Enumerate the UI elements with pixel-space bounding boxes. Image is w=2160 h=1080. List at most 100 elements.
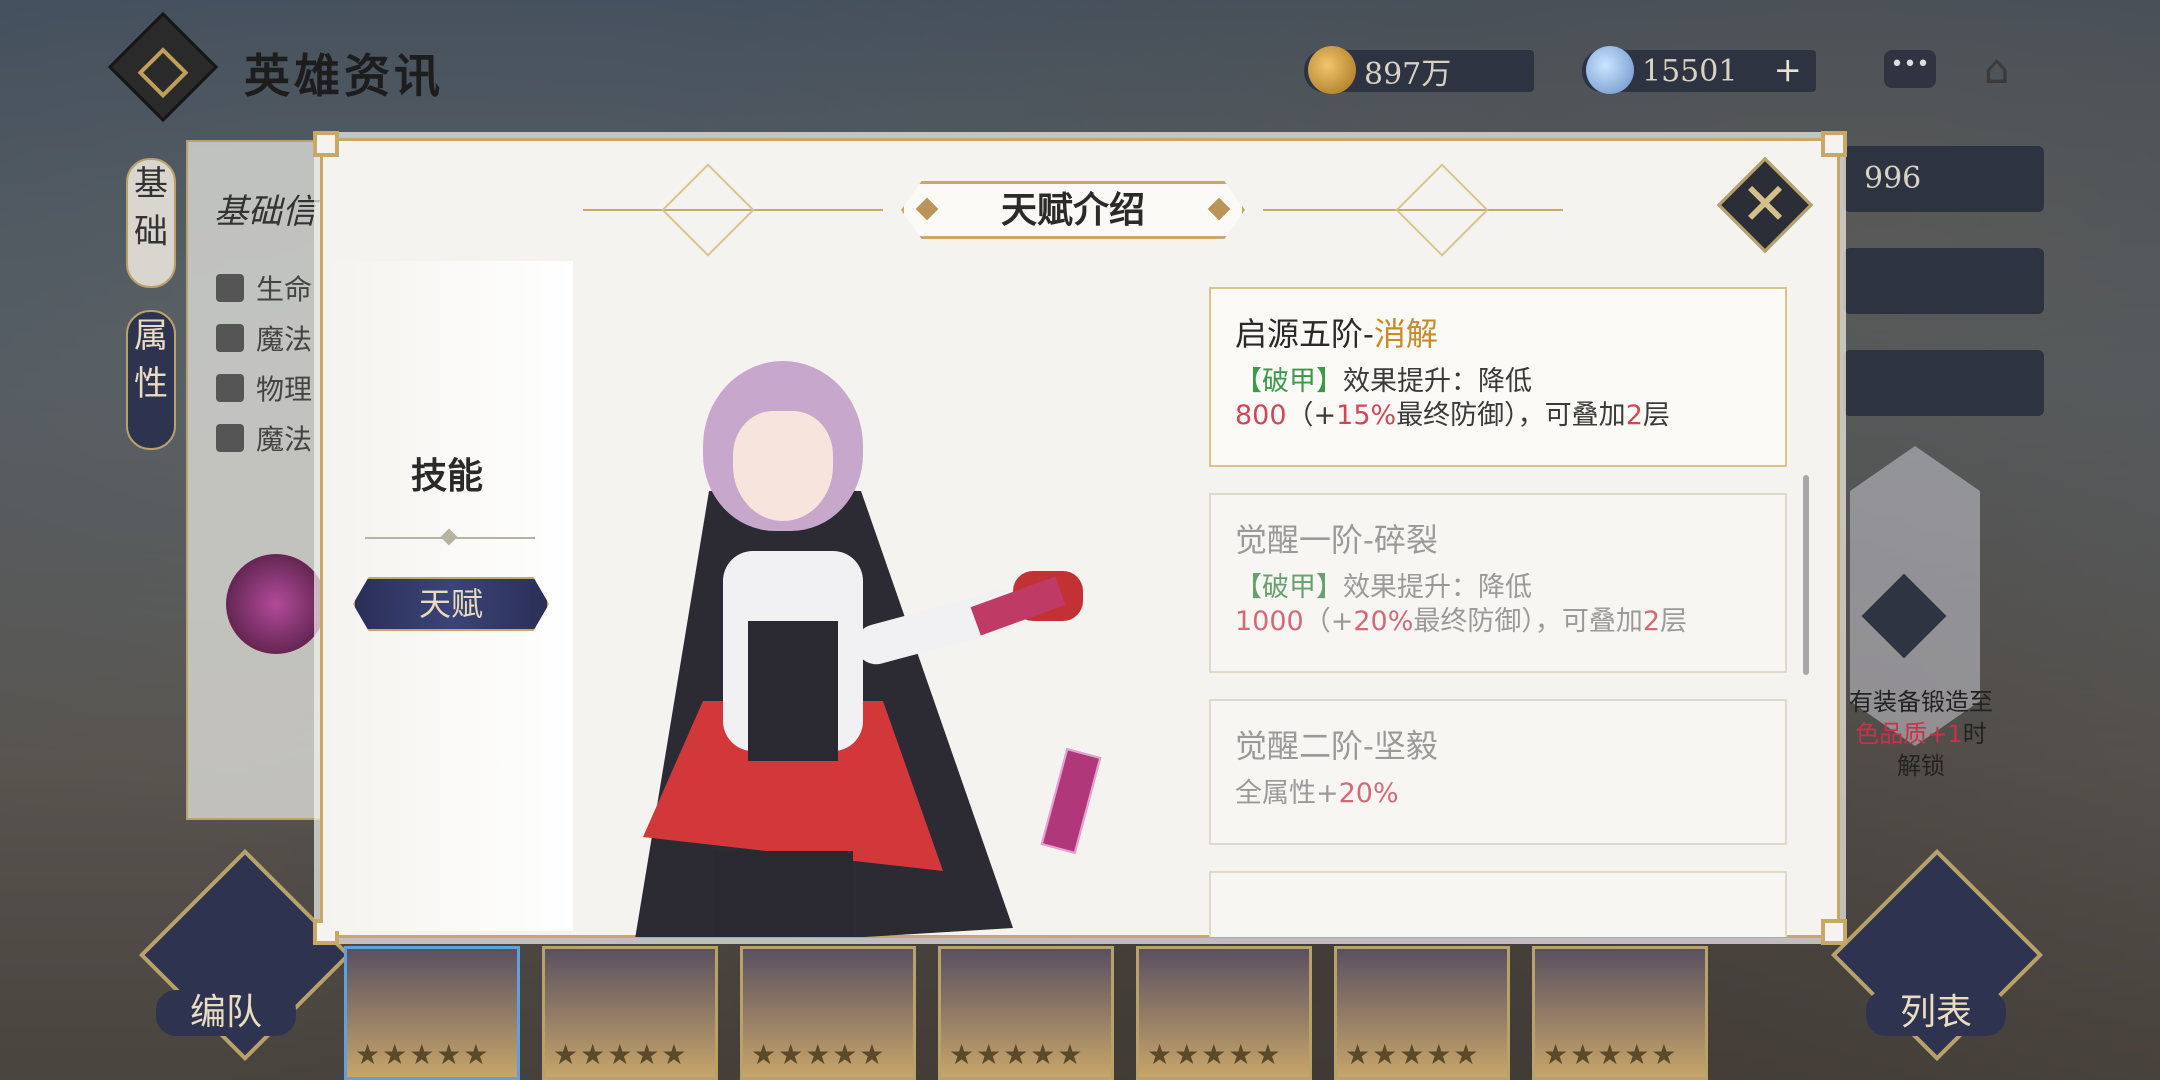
magic-card <box>1040 748 1102 854</box>
talent-desc-text: 效果提升：降低 <box>1343 366 1532 397</box>
lock-hint-quality: 色品质+1 <box>1855 720 1963 748</box>
hero-stars: ★★★★★ <box>355 1038 491 1071</box>
talent-desc-text: 全属性+ <box>1235 778 1339 809</box>
talent-desc-text: 最终防御），可叠加 <box>1396 400 1626 431</box>
hero-face <box>733 411 833 521</box>
talent-value: 800 <box>1235 400 1287 431</box>
talent-item[interactable] <box>1209 871 1787 937</box>
skill-orb[interactable] <box>226 554 326 654</box>
talent-name: 消解 <box>1373 315 1438 353</box>
corner-ornament <box>313 131 339 157</box>
talent-stage: 觉醒一阶- <box>1235 521 1374 559</box>
hero-card[interactable]: ★★★★★ <box>740 946 916 1080</box>
talent-name: 碎裂 <box>1373 521 1438 559</box>
wand-icon <box>216 324 244 352</box>
corner-ornament <box>1821 131 1847 157</box>
talent-modal: 天赋介绍 ✕ 技能 天赋 启源五阶-消解 【破甲】效果提升：降低 800（+15… <box>313 131 1847 945</box>
top-bar: 英雄资讯 897万 15501 + ••• ⌂ <box>0 0 2160 140</box>
hero-stars: ★★★★★ <box>1147 1038 1283 1071</box>
talent-desc-text: （+ <box>1303 606 1354 637</box>
gold-amount: 897万 <box>1364 57 1452 92</box>
talent-tab[interactable]: 天赋 <box>353 577 549 631</box>
tab-attributes[interactable]: 属性 <box>126 310 176 450</box>
home-icon[interactable]: ⌂ <box>1984 50 2034 90</box>
gold-coin-icon <box>1308 46 1356 94</box>
hero-stars: ★★★★★ <box>1543 1038 1679 1071</box>
lock-hint: 有装备锻造至 色品质+1时解锁 <box>1846 686 1996 782</box>
add-gems-button[interactable]: + <box>1774 50 1803 90</box>
attr-row-hp: 生命 <box>216 268 312 308</box>
hero-stars: ★★★★★ <box>553 1038 689 1071</box>
heart-icon <box>216 274 244 302</box>
modal-title: 天赋介绍 <box>1000 189 1145 231</box>
hero-portrait <box>573 251 1193 937</box>
attr-label: 生命 <box>256 273 313 306</box>
hero-vest <box>748 621 838 761</box>
attr-row-magic-def: 魔法 <box>216 418 312 458</box>
talent-tag: 【破甲】 <box>1235 366 1343 397</box>
talent-layers: 2 <box>1625 400 1643 431</box>
talent-desc: 全属性+20% <box>1235 777 1761 811</box>
talent-desc-text: 层 <box>1660 606 1688 637</box>
back-button[interactable] <box>107 11 219 123</box>
talent-item[interactable]: 觉醒二阶-坚毅 全属性+20% <box>1209 699 1787 845</box>
close-icon[interactable]: ✕ <box>1731 171 1799 239</box>
hero-card[interactable]: ★★★★★ <box>542 946 718 1080</box>
gem-amount: 15501 <box>1642 53 1738 89</box>
skill-category-label[interactable]: 技能 <box>411 447 483 499</box>
talent-desc-text: 最终防御），可叠加 <box>1413 606 1643 637</box>
talent-name: 坚毅 <box>1373 727 1438 765</box>
hero-stars: ★★★★★ <box>949 1038 1085 1071</box>
gold-counter: 897万 <box>1304 46 1534 94</box>
talent-title: 启源五阶-消解 <box>1235 309 1761 355</box>
talent-title: 觉醒一阶-碎裂 <box>1235 515 1761 561</box>
talent-list-scrollbar[interactable] <box>1803 475 1809 675</box>
hero-stars: ★★★★★ <box>751 1038 887 1071</box>
title-deco-diamond <box>1395 163 1489 257</box>
talent-tag: 【破甲】 <box>1235 572 1343 603</box>
gem-icon <box>1586 46 1634 94</box>
talent-desc-text: 效果提升：降低 <box>1343 572 1532 603</box>
talent-stage: 启源五阶- <box>1235 315 1374 353</box>
attr-label: 魔法 <box>256 423 313 456</box>
talent-item[interactable]: 觉醒一阶-碎裂 【破甲】效果提升：降低 1000（+20%最终防御），可叠加2层 <box>1209 493 1787 673</box>
power-value: 996 <box>1864 161 1922 196</box>
formation-label[interactable]: 编队 <box>156 990 296 1036</box>
talent-value: 1000 <box>1235 606 1304 637</box>
talent-percent: 20% <box>1353 606 1414 637</box>
basic-info-title: 基础信 <box>214 192 316 232</box>
hero-card[interactable]: ★★★★★ <box>938 946 1114 1080</box>
attr-row-magic: 魔法 <box>216 318 312 358</box>
lock-hint-line: 有装备锻造至 <box>1849 688 1993 716</box>
magic-shield-icon <box>216 424 244 452</box>
talent-item[interactable]: 启源五阶-消解 【破甲】效果提升：降低 800（+15%最终防御），可叠加2层 <box>1209 287 1787 467</box>
talent-layers: 2 <box>1642 606 1661 637</box>
power-display: 996 <box>1844 146 2044 212</box>
corner-ornament <box>1821 919 1847 945</box>
chat-icon[interactable]: ••• <box>1884 50 1936 88</box>
title-deco-diamond <box>661 163 755 257</box>
equipment-slot[interactable] <box>1844 350 2044 416</box>
hero-stars: ★★★★★ <box>1345 1038 1481 1071</box>
gem-counter: 15501 + <box>1582 46 1816 94</box>
hero-legs <box>713 851 853 937</box>
attr-label: 魔法 <box>256 323 313 356</box>
page-title: 英雄资讯 <box>244 49 444 103</box>
talent-stage: 觉醒二阶- <box>1235 727 1374 765</box>
talent-percent: 20% <box>1338 778 1399 809</box>
talent-desc: 【破甲】效果提升：降低 1000（+20%最终防御），可叠加2层 <box>1235 571 1761 639</box>
hero-card[interactable]: ★★★★★ <box>1532 946 1708 1080</box>
talent-desc-text: 层 <box>1642 400 1670 431</box>
equipment-slot[interactable] <box>1844 248 2044 314</box>
talent-list[interactable]: 启源五阶-消解 【破甲】效果提升：降低 800（+15%最终防御），可叠加2层 … <box>1209 287 1787 937</box>
talent-percent: 15% <box>1336 400 1397 431</box>
hero-card[interactable]: ★★★★★ <box>1334 946 1510 1080</box>
hero-card[interactable]: ★★★★★ <box>344 946 520 1080</box>
hero-card[interactable]: ★★★★★ <box>1136 946 1312 1080</box>
talent-desc-text: （+ <box>1286 400 1337 431</box>
tab-basic[interactable]: 基础 <box>126 158 176 288</box>
talent-title: 觉醒二阶-坚毅 <box>1235 721 1761 767</box>
attr-row-physical: 物理 <box>216 368 312 408</box>
list-label[interactable]: 列表 <box>1866 990 2006 1036</box>
talent-desc: 【破甲】效果提升：降低 800（+15%最终防御），可叠加2层 <box>1235 365 1761 433</box>
